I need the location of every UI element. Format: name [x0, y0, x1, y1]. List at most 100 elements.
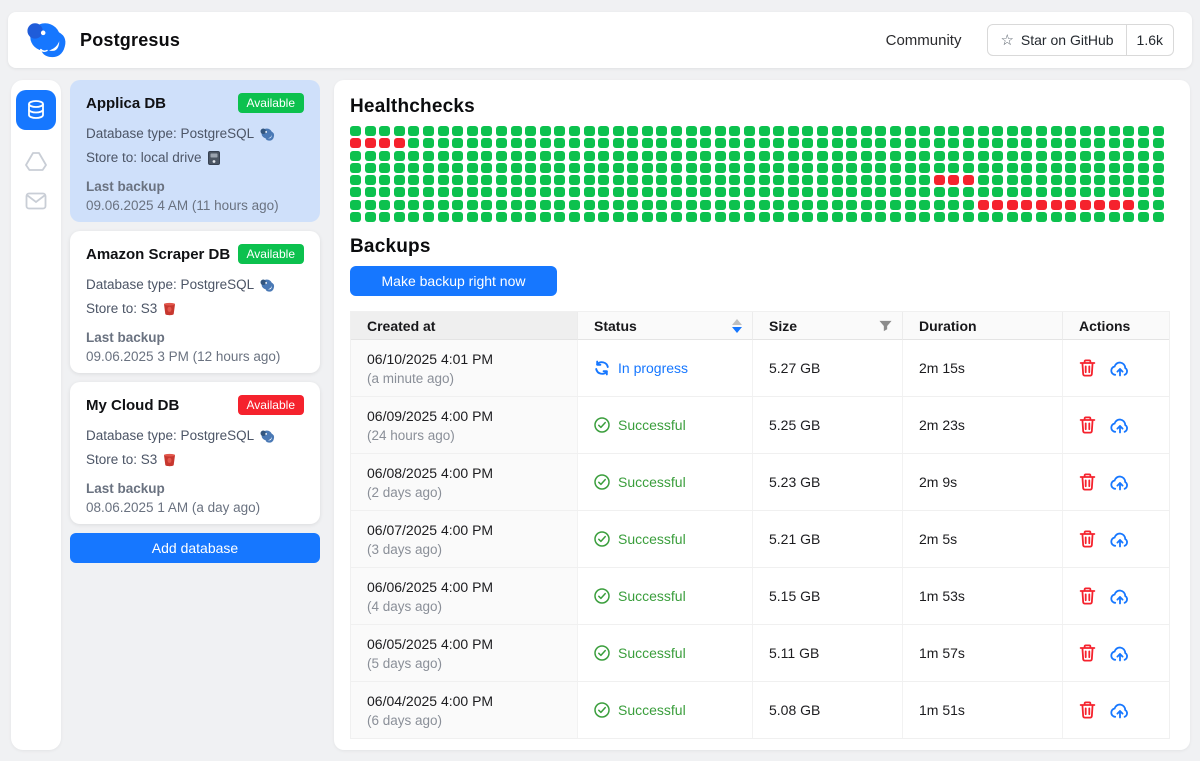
healthcheck-cell-ok — [452, 126, 463, 136]
sidebar-item-databases[interactable] — [16, 90, 56, 130]
delete-backup-button[interactable] — [1079, 587, 1096, 605]
restore-backup-button[interactable] — [1110, 702, 1130, 719]
backups-table: Created at Status Size Duration Actions … — [350, 311, 1170, 739]
restore-backup-button[interactable] — [1110, 531, 1130, 548]
healthcheck-cell-ok — [773, 126, 784, 136]
delete-backup-button[interactable] — [1079, 359, 1096, 377]
add-database-button[interactable]: Add database — [70, 533, 320, 563]
healthcheck-cell-ok — [759, 126, 770, 136]
healthcheck-cell-ok — [1051, 163, 1062, 173]
healthcheck-cell-ok — [569, 212, 580, 222]
healthcheck-cell-ok — [394, 200, 405, 210]
status-label: In progress — [618, 360, 688, 376]
healthcheck-cell-ok — [394, 187, 405, 197]
healthcheck-cell-ok — [1051, 187, 1062, 197]
table-row: 06/07/2025 4:00 PM(3 days ago)Successful… — [351, 511, 1169, 568]
database-card[interactable]: Amazon Scraper DBAvailableDatabase type:… — [70, 231, 320, 373]
healthcheck-cell-ok — [525, 163, 536, 173]
healthcheck-cell-ok — [671, 138, 682, 148]
delete-backup-button[interactable] — [1079, 644, 1096, 662]
database-card[interactable]: Applica DBAvailableDatabase type: Postgr… — [70, 80, 320, 222]
delete-icon — [1079, 701, 1096, 719]
community-link[interactable]: Community — [886, 32, 962, 49]
database-card[interactable]: My Cloud DBAvailableDatabase type: Postg… — [70, 382, 320, 524]
healthcheck-cell-ok — [1021, 163, 1032, 173]
healthcheck-cell-ok — [875, 175, 886, 185]
status-cell: In progress — [578, 340, 753, 396]
healthcheck-cell-ok — [525, 200, 536, 210]
healthcheck-cell-failed — [1036, 200, 1047, 210]
size-cell: 5.08 GB — [753, 682, 903, 738]
backup-date: 06/07/2025 4:00 PM — [367, 522, 567, 538]
sort-icon[interactable] — [732, 319, 742, 333]
healthcheck-cell-ok — [1153, 163, 1164, 173]
healthcheck-cell-ok — [394, 212, 405, 222]
healthcheck-cell-ok — [846, 175, 857, 185]
star-on-github-button[interactable]: ☆ Star on GitHub 1.6k — [987, 24, 1174, 56]
sidebar-item-notifications[interactable] — [25, 192, 47, 210]
healthcheck-cell-ok — [350, 200, 361, 210]
healthcheck-cell-ok — [569, 163, 580, 173]
healthcheck-cell-ok — [788, 163, 799, 173]
col-status[interactable]: Status — [578, 312, 753, 340]
delete-icon — [1079, 530, 1096, 548]
healthcheck-cell-ok — [802, 187, 813, 197]
backup-date: 06/06/2025 4:00 PM — [367, 579, 567, 595]
delete-backup-button[interactable] — [1079, 416, 1096, 434]
store-to-label: Store to: S3 — [86, 297, 157, 321]
backup-size: 5.25 GB — [769, 417, 820, 433]
duration-cell: 2m 15s — [903, 340, 1063, 396]
healthcheck-cell-ok — [496, 187, 507, 197]
healthcheck-cell-ok — [686, 151, 697, 161]
healthcheck-cell-failed — [1109, 200, 1120, 210]
restore-backup-button[interactable] — [1110, 588, 1130, 605]
status-cell: Successful — [578, 511, 753, 567]
delete-backup-button[interactable] — [1079, 530, 1096, 548]
healthcheck-cell-ok — [1109, 138, 1120, 148]
healthcheck-cell-ok — [1153, 138, 1164, 148]
healthcheck-cell-ok — [759, 163, 770, 173]
github-star-count[interactable]: 1.6k — [1126, 25, 1173, 55]
healthcheck-cell-ok — [934, 163, 945, 173]
col-duration[interactable]: Duration — [903, 312, 1063, 340]
restore-backup-button[interactable] — [1110, 360, 1130, 377]
col-created-at[interactable]: Created at — [351, 312, 578, 340]
col-size[interactable]: Size — [753, 312, 903, 340]
healthcheck-cell-ok — [511, 175, 522, 185]
healthcheck-cell-ok — [627, 212, 638, 222]
healthcheck-cell-ok — [569, 200, 580, 210]
healthcheck-cell-ok — [584, 163, 595, 173]
backup-size: 5.27 GB — [769, 360, 820, 376]
healthcheck-cell-ok — [656, 163, 667, 173]
healthcheck-cell-ok — [729, 151, 740, 161]
healthcheck-cell-ok — [919, 163, 930, 173]
delete-backup-button[interactable] — [1079, 473, 1096, 491]
last-backup-label: Last backup — [86, 481, 304, 496]
healthcheck-cell-ok — [963, 163, 974, 173]
healthcheck-cell-ok — [1094, 138, 1105, 148]
healthcheck-cell-ok — [846, 200, 857, 210]
healthcheck-cell-ok — [598, 138, 609, 148]
size-cell: 5.27 GB — [753, 340, 903, 396]
sidebar-item-storage[interactable] — [24, 150, 48, 172]
healthcheck-cell-ok — [365, 126, 376, 136]
healthcheck-cell-ok — [584, 126, 595, 136]
make-backup-button[interactable]: Make backup right now — [350, 266, 557, 296]
delete-backup-button[interactable] — [1079, 701, 1096, 719]
restore-backup-button[interactable] — [1110, 417, 1130, 434]
backup-size: 5.11 GB — [769, 645, 819, 661]
filter-icon[interactable] — [879, 320, 892, 332]
restore-backup-button[interactable] — [1110, 474, 1130, 491]
healthcheck-cell-ok — [511, 212, 522, 222]
restore-backup-button[interactable] — [1110, 645, 1130, 662]
healthcheck-cell-ok — [1021, 138, 1032, 148]
healthcheck-cell-ok — [1080, 212, 1091, 222]
healthcheck-cell-ok — [627, 138, 638, 148]
healthcheck-cell-ok — [408, 175, 419, 185]
healthcheck-cell-ok — [1021, 212, 1032, 222]
actions-cell — [1063, 625, 1169, 681]
healthcheck-cell-ok — [788, 200, 799, 210]
healthcheck-cell-ok — [1094, 126, 1105, 136]
healthcheck-cell-ok — [846, 151, 857, 161]
healthcheck-cell-ok — [861, 212, 872, 222]
